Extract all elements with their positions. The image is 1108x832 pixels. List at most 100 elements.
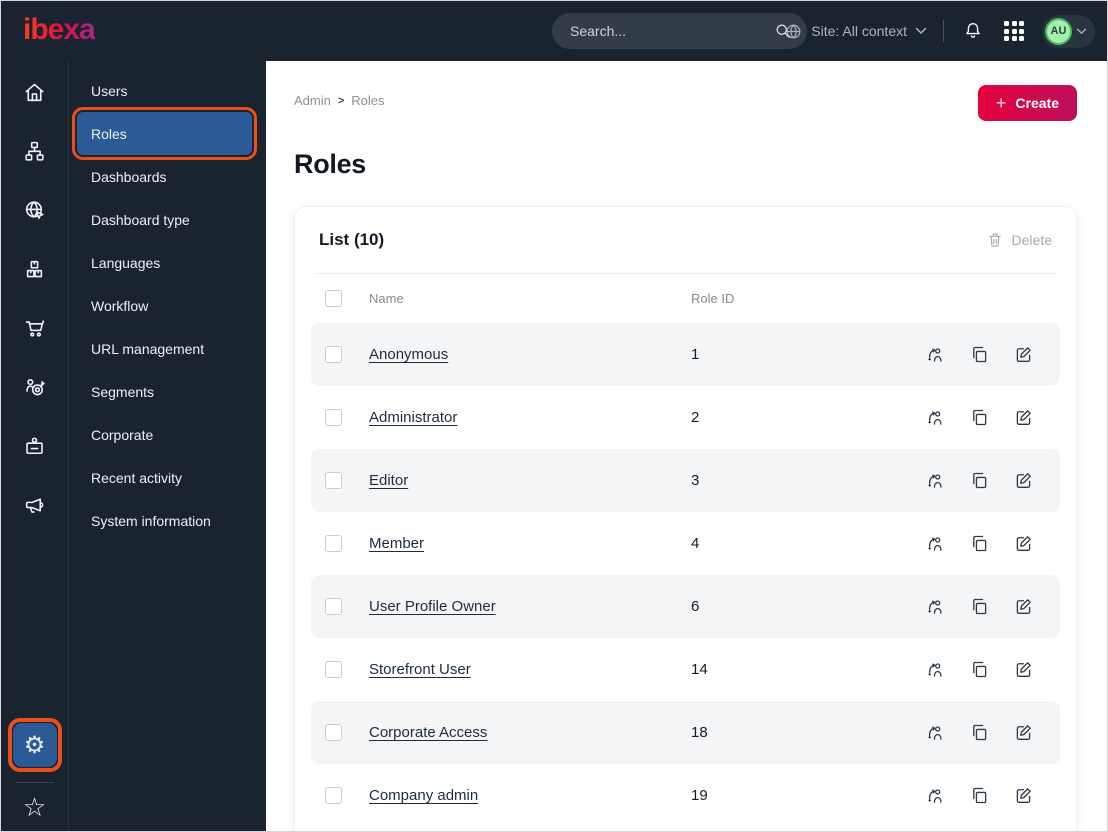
role-id: 1 [691,346,700,363]
role-name-link[interactable]: Member [369,535,691,552]
assign-users-button[interactable] [925,659,946,680]
delete-button[interactable]: Delete [986,231,1052,249]
column-header-name: Name [369,291,404,306]
row-checkbox[interactable] [325,346,342,363]
role-name-link[interactable]: User Profile Owner [369,598,691,615]
breadcrumb-admin[interactable]: Admin [294,93,331,108]
edit-role-button[interactable] [1013,596,1034,617]
assign-users-icon [925,659,946,680]
edit-role-button[interactable] [1013,722,1034,743]
menu-item-dashboard-type[interactable]: Dashboard type [69,198,266,241]
table-row: User Profile Owner 6 [311,575,1060,638]
role-name-link[interactable]: Corporate Access [369,724,691,741]
assign-users-button[interactable] [925,533,946,554]
copy-role-button[interactable] [969,659,990,680]
topbar: ibexa Search... Site: All context AU [1,1,1107,61]
row-checkbox[interactable] [325,535,342,552]
assign-users-button[interactable] [925,344,946,365]
app-window: ibexa Search... Site: All context AU ⚙ ☆… [0,0,1108,832]
content-structure-icon[interactable] [20,138,50,164]
role-name-link[interactable]: Storefront User [369,661,691,678]
edit-icon [1013,596,1034,617]
assign-users-icon [925,785,946,806]
copy-role-button[interactable] [969,722,990,743]
role-name-link[interactable]: Editor [369,472,691,489]
menu-item-users[interactable]: Users [69,69,266,112]
edit-role-button[interactable] [1013,407,1034,428]
site-icon[interactable] [20,197,50,223]
personalization-icon[interactable] [20,374,50,400]
main-content: Admin > Roles + Create Roles List (10) D… [266,61,1107,831]
table-row: Corporate Access 18 [311,701,1060,764]
copy-icon [969,659,990,680]
product-catalog-icon[interactable] [20,256,50,282]
copy-role-button[interactable] [969,596,990,617]
edit-role-button[interactable] [1013,659,1034,680]
edit-icon [1013,659,1034,680]
row-checkbox[interactable] [325,598,342,615]
copy-role-button[interactable] [969,344,990,365]
notifications-button[interactable] [960,18,986,44]
home-icon[interactable] [20,79,50,105]
ibexa-logo[interactable]: ibexa [23,13,96,47]
marketing-megaphone-icon[interactable] [20,492,50,518]
copy-role-button[interactable] [969,407,990,428]
role-name-link[interactable]: Anonymous [369,346,691,363]
role-id: 14 [691,661,708,678]
edit-icon [1013,533,1034,554]
edit-role-button[interactable] [1013,785,1034,806]
list-title: List (10) [319,230,385,249]
site-context-selector[interactable]: Site: All context [784,22,927,41]
row-checkbox[interactable] [325,724,342,741]
copy-role-button[interactable] [969,785,990,806]
menu-item-segments[interactable]: Segments [69,370,266,413]
edit-role-button[interactable] [1013,470,1034,491]
plus-icon: + [995,93,1007,113]
menu-item-corporate[interactable]: Corporate [69,413,266,456]
corporate-badge-icon[interactable] [20,433,50,459]
favorites-star-button[interactable]: ☆ [21,793,48,823]
menu-item-dashboards[interactable]: Dashboards [69,155,266,198]
role-name-link[interactable]: Administrator [369,409,691,426]
menu-item-languages[interactable]: Languages [69,241,266,284]
chevron-down-icon [915,27,927,35]
menu-item-system-information[interactable]: System information [69,499,266,542]
menu-item-recent-activity[interactable]: Recent activity [69,456,266,499]
chevron-down-icon [1076,28,1087,35]
copy-icon [969,596,990,617]
icon-rail: ⚙ ☆ [1,61,68,831]
edit-icon [1013,344,1034,365]
role-id: 6 [691,598,700,615]
menu-item-workflow[interactable]: Workflow [69,284,266,327]
row-checkbox[interactable] [325,409,342,426]
copy-icon [969,533,990,554]
assign-users-button[interactable] [925,596,946,617]
copy-icon [969,470,990,491]
edit-icon [1013,470,1034,491]
copy-role-button[interactable] [969,470,990,491]
assign-users-button[interactable] [925,470,946,491]
assign-users-button[interactable] [925,785,946,806]
annotation-box: ⚙ [7,718,62,772]
assign-users-button[interactable] [925,407,946,428]
app-switcher-button[interactable] [1002,19,1026,43]
select-all-checkbox[interactable] [325,290,342,307]
row-checkbox[interactable] [325,472,342,489]
favorites-star-icon: ☆ [22,793,47,823]
user-menu[interactable]: AU [1042,14,1095,48]
copy-role-button[interactable] [969,533,990,554]
commerce-cart-icon[interactable] [20,315,50,341]
create-button[interactable]: + Create [977,85,1077,121]
assign-users-button[interactable] [925,722,946,743]
role-name-link[interactable]: Company admin [369,787,691,804]
settings-gear-button[interactable]: ⚙ [12,723,57,767]
menu-item-roles[interactable]: Roles [72,107,257,160]
edit-role-button[interactable] [1013,344,1034,365]
table-row: Administrator 2 [311,386,1060,449]
row-checkbox[interactable] [325,661,342,678]
global-search-input[interactable]: Search... [552,13,807,49]
edit-role-button[interactable] [1013,533,1034,554]
edit-icon [1013,785,1034,806]
row-checkbox[interactable] [325,787,342,804]
menu-item-url-management[interactable]: URL management [69,327,266,370]
